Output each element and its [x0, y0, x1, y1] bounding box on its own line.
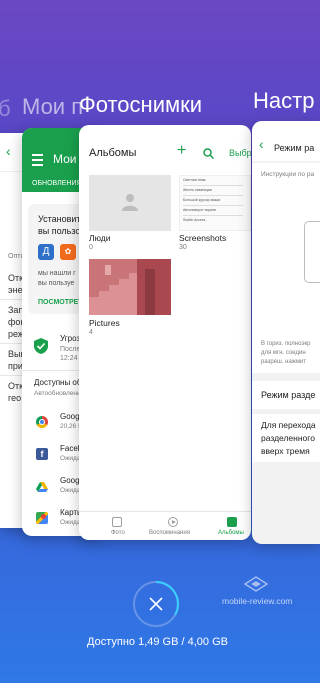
promo-desc: мы нашли г [38, 270, 76, 277]
menu-icon[interactable] [32, 154, 43, 166]
split-desc: вверх тремя [261, 446, 310, 456]
recent-app-card-photos[interactable]: Альбомы + Выбра Люди 0 Светлая тема Жест… [79, 125, 251, 540]
app-title-play-store: Мои п [22, 94, 84, 119]
promo-desc: вы пользуе [38, 280, 75, 287]
promo-link[interactable]: ПОСМОТРЕТ [38, 299, 83, 306]
google-drive-icon [36, 480, 48, 492]
person-icon [122, 193, 138, 211]
nav-memories[interactable]: Воспоминания [149, 517, 199, 539]
screenshot-line: Большой курсор мыши [183, 198, 221, 202]
shield-icon [34, 338, 48, 354]
phone-illustration [304, 221, 320, 283]
app-icon: ✿ [60, 244, 76, 260]
header-title: Альбомы [89, 147, 137, 159]
album-count: 4 [89, 329, 93, 336]
screenshot-line: Жесты навигации [183, 188, 212, 192]
promo-title: Установит [38, 214, 81, 224]
app-status: Ожида [60, 455, 81, 462]
split-mode-row[interactable]: Режим разде [252, 381, 320, 409]
promo-title: вы пользо [38, 226, 81, 236]
app-status: Ожида [60, 487, 81, 494]
album-count: 0 [89, 244, 93, 251]
threat-title: Угроз [60, 334, 81, 343]
close-icon [148, 596, 164, 612]
album-thumbnail: Светлая тема Жесты навигации Большой кур… [179, 175, 251, 231]
row-text: Отк [8, 381, 24, 391]
back-arrow-icon[interactable]: ‹ [6, 143, 11, 159]
album-people[interactable]: Люди 0 [89, 175, 171, 251]
updates-subtitle: Автообновление [34, 390, 85, 397]
chrome-icon [36, 416, 48, 428]
select-button[interactable]: Выбра [229, 148, 251, 158]
album-name: Screenshots [179, 233, 227, 243]
landscape-text: В гориз. полноэкр [261, 341, 311, 347]
nav-label: Воспоминания [149, 530, 190, 536]
landscape-text: разреш. нажмит [261, 359, 307, 365]
close-all-button[interactable] [132, 580, 180, 628]
nav-albums[interactable]: Альбомы [213, 517, 249, 539]
back-arrow-icon[interactable]: ‹ [259, 137, 264, 151]
row-text: гео [8, 393, 22, 403]
facebook-icon: f [36, 448, 48, 460]
image-icon [112, 517, 122, 527]
screenshot-line: Switch Access [183, 218, 206, 222]
landscape-text: для мгн. соедин [261, 350, 306, 356]
app-icon: Д [38, 244, 54, 260]
screenshot-line: Светлая тема [183, 178, 206, 182]
row-text: Отк [8, 273, 24, 283]
memory-status: Доступно 1,49 GB / 4,00 GB [87, 636, 228, 648]
app-title-photos: Фотоснимки [79, 92, 203, 117]
split-mode-label: Режим разде [261, 390, 316, 400]
albums-icon [227, 517, 237, 527]
watermark-logo [243, 575, 269, 593]
watermark-text: mobile-review.com [222, 596, 293, 606]
play-icon [168, 517, 178, 527]
row-text: эне [8, 285, 23, 295]
add-icon[interactable]: + [177, 143, 186, 159]
album-pictures[interactable]: Pictures 4 [89, 259, 171, 337]
album-screenshots[interactable]: Светлая тема Жесты навигации Большой кур… [179, 175, 251, 251]
row-text: при [8, 361, 23, 371]
header-title: Режим ра [274, 143, 315, 153]
app-title-settings: Настр [253, 88, 315, 113]
maps-icon [36, 512, 48, 524]
screenshot-line: Автоповорот экрана [183, 208, 216, 212]
search-icon[interactable] [203, 146, 215, 160]
album-name: Люди [89, 233, 111, 243]
app-status: Ожида [60, 519, 81, 526]
album-count: 30 [179, 244, 187, 251]
app-title-far: б [0, 96, 11, 121]
nav-label: Альбомы [218, 530, 244, 536]
threat-time: 12:24 [60, 355, 78, 362]
split-desc: разделенного [261, 433, 315, 443]
instruction-label: Инструкции по ра [261, 171, 315, 178]
album-name: Pictures [89, 318, 120, 328]
tab-updates[interactable]: ОБНОВЛЕНИЯ [32, 180, 82, 187]
recent-app-card-settings[interactable]: ‹ Режим ра Инструкции по ра В гориз. пол… [252, 121, 320, 544]
nav-label: Фото [111, 530, 125, 536]
album-thumbnail [89, 259, 171, 315]
split-desc: Для перехода [261, 420, 316, 430]
nav-photos[interactable]: Фото [97, 517, 137, 539]
